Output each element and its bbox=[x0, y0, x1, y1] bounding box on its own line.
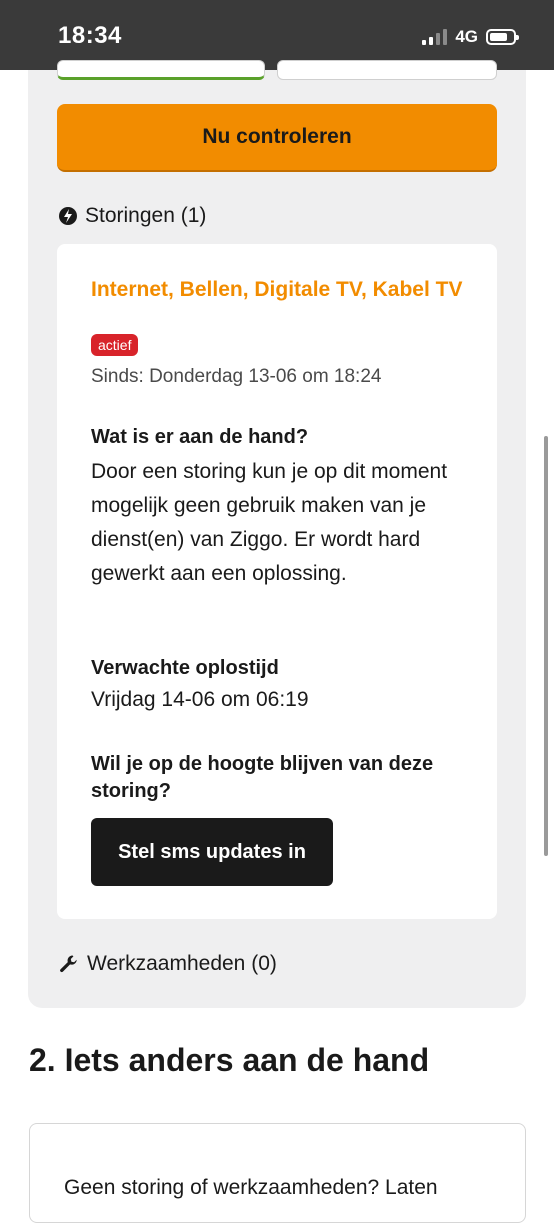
whats-wrong-heading: Wat is er aan de hand? bbox=[91, 426, 309, 448]
outage-since: Sinds: Donderdag 13-06 om 18:24 bbox=[91, 366, 382, 387]
storingen-heading: Storingen (1) bbox=[59, 204, 206, 228]
outage-description: Door een storing kun je op dit moment mo… bbox=[91, 460, 448, 585]
other-issue-card: Geen storing of werkzaamheden? Laten bbox=[29, 1123, 526, 1223]
werkzaamheden-label: Werkzaamheden (0) bbox=[87, 952, 277, 975]
section-2-heading: 2. Iets anders aan de hand bbox=[29, 1042, 430, 1078]
other-issue-text: Geen storing of werkzaamheden? Laten bbox=[64, 1176, 438, 1199]
outage-services-title: Internet, Bellen, Digitale TV, Kabel TV bbox=[91, 278, 463, 301]
status-indicators: 4G bbox=[422, 27, 519, 47]
lightning-icon bbox=[59, 207, 77, 225]
outage-check-panel: Nu controleren Storingen (1) Internet, B… bbox=[28, 60, 526, 1008]
network-type: 4G bbox=[455, 27, 478, 46]
status-badge: actief bbox=[91, 334, 139, 356]
check-now-button[interactable]: Nu controleren bbox=[57, 104, 497, 172]
postcode-input[interactable] bbox=[57, 60, 265, 80]
eta-heading: Verwachte oplostijd bbox=[91, 657, 279, 679]
outage-card: Internet, Bellen, Digitale TV, Kabel TV … bbox=[57, 244, 497, 919]
eta-value: Vrijdag 14-06 om 06:19 bbox=[91, 688, 309, 711]
sms-updates-button[interactable]: Stel sms updates in bbox=[91, 818, 333, 886]
werkzaamheden-heading[interactable]: Werkzaamheden (0) bbox=[59, 952, 277, 976]
updates-question: Wil je op de hoogte blijven van deze sto… bbox=[91, 753, 434, 802]
scrollbar[interactable] bbox=[544, 436, 548, 856]
status-time: 18:34 bbox=[58, 22, 122, 49]
battery-icon bbox=[486, 29, 519, 45]
house-number-input[interactable] bbox=[277, 60, 497, 80]
storingen-label: Storingen (1) bbox=[85, 204, 207, 227]
wrench-icon bbox=[59, 954, 79, 974]
signal-icon bbox=[422, 29, 448, 45]
